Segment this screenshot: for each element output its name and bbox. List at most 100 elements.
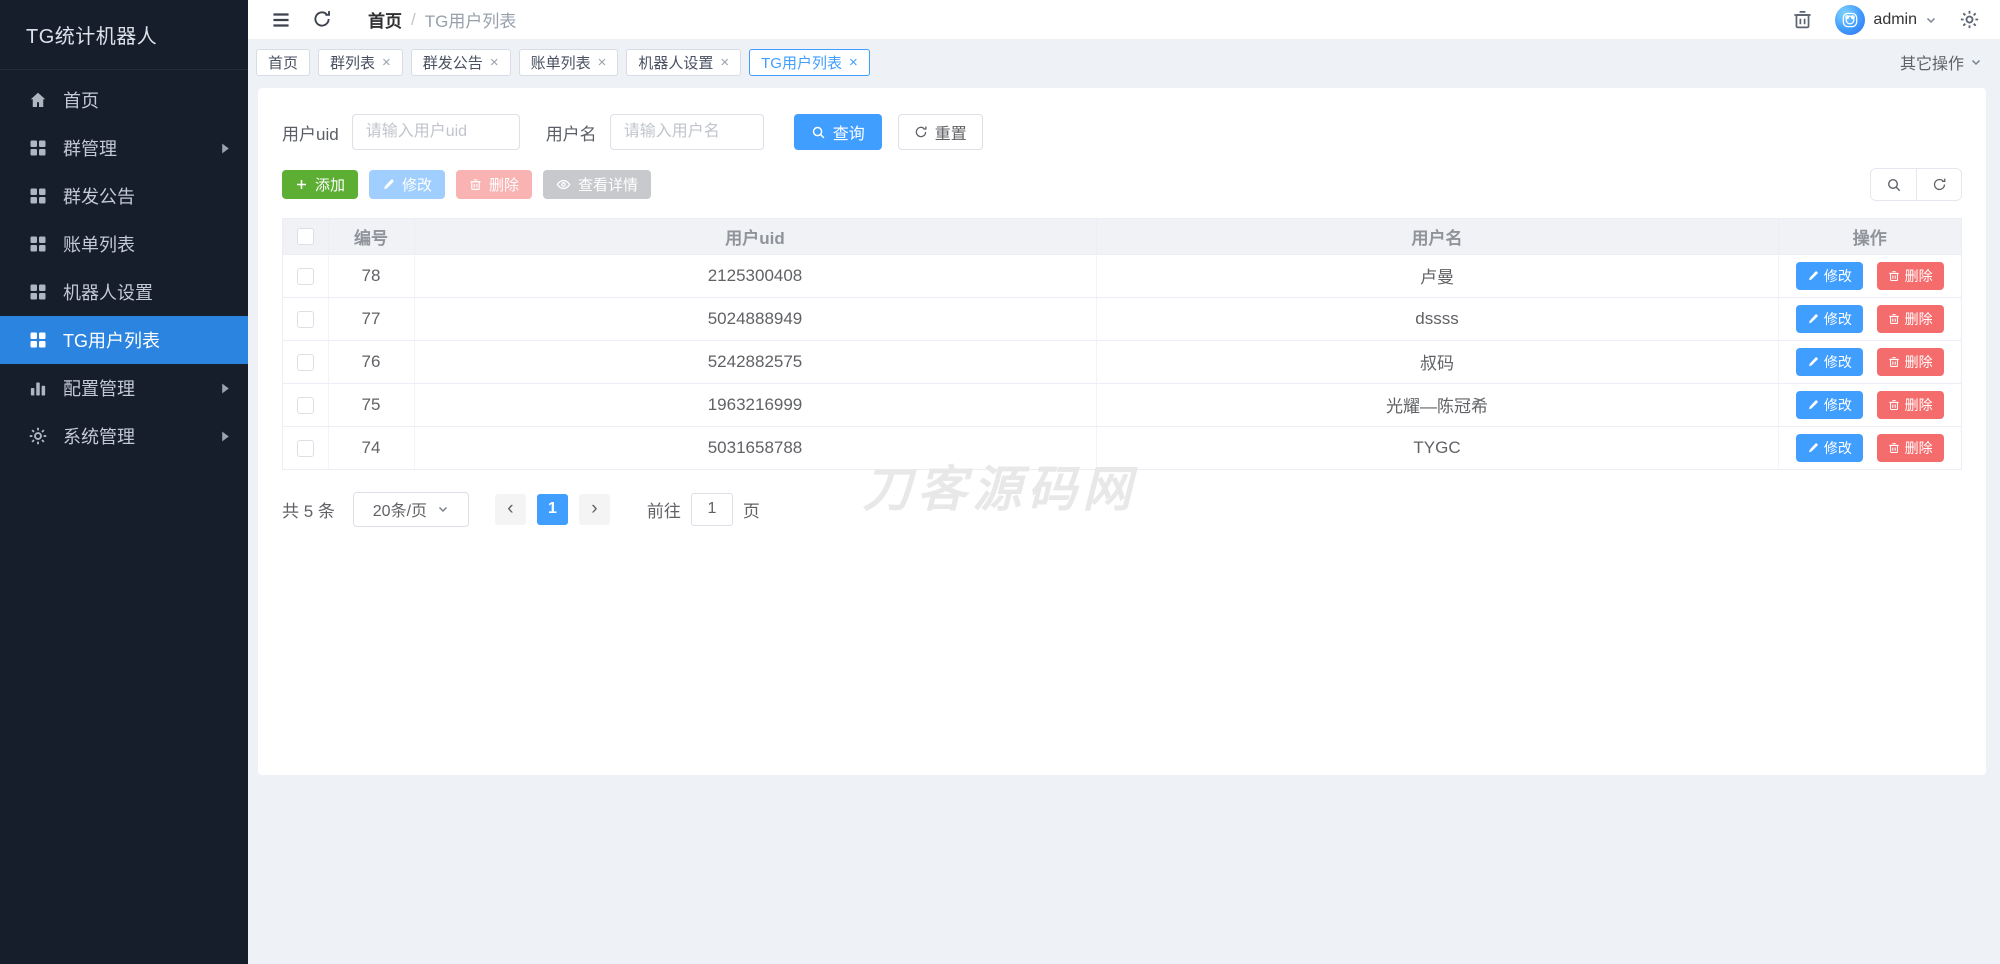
edit-button[interactable]: 修改 — [369, 170, 445, 199]
table-search-toggle-button[interactable] — [1871, 169, 1916, 200]
grid-icon — [28, 330, 48, 350]
gear-icon — [28, 426, 48, 446]
breadcrumb-current: TG用户列表 — [425, 7, 517, 32]
sidebar-item-label: 账单列表 — [63, 231, 135, 257]
select-all-checkbox[interactable] — [297, 228, 314, 245]
cell-checkbox — [283, 297, 328, 340]
close-icon[interactable]: × — [598, 55, 607, 70]
close-icon[interactable]: × — [849, 55, 858, 70]
sidebar-item-robot-settings[interactable]: 机器人设置 — [0, 268, 248, 316]
trash-icon — [1888, 313, 1900, 325]
tab-broadcast[interactable]: 群发公告 × — [411, 49, 511, 76]
tab-label: 群列表 — [330, 52, 375, 73]
view-detail-button[interactable]: 查看详情 — [543, 170, 651, 199]
navbar-right: admin — [1792, 5, 1980, 35]
row-checkbox[interactable] — [297, 354, 314, 371]
row-edit-button[interactable]: 修改 — [1796, 262, 1863, 290]
sidebar-item-home[interactable]: 首页 — [0, 76, 248, 124]
sidebar-item-broadcast[interactable]: 群发公告 — [0, 172, 248, 220]
query-button[interactable]: 查询 — [794, 114, 882, 150]
name-filter-input[interactable] — [610, 114, 764, 150]
name-filter-label: 用户名 — [546, 120, 597, 145]
table-row: 78 2125300408 卢曼 修改 删除 — [283, 254, 1961, 297]
next-page-button[interactable]: › — [579, 494, 610, 525]
tab-group-list[interactable]: 群列表 × — [318, 49, 403, 76]
trash-icon[interactable] — [1792, 9, 1813, 30]
refresh-icon — [914, 125, 928, 139]
breadcrumb-home[interactable]: 首页 — [368, 7, 402, 32]
goto-page-input[interactable] — [691, 493, 733, 526]
close-icon[interactable]: × — [382, 55, 391, 70]
reset-button[interactable]: 重置 — [898, 114, 983, 150]
plus-icon — [295, 178, 308, 191]
table-row: 76 5242882575 叔码 修改 删除 — [283, 340, 1961, 383]
tab-bills[interactable]: 账单列表 × — [519, 49, 619, 76]
hamburger-icon[interactable] — [270, 9, 292, 31]
row-edit-button[interactable]: 修改 — [1796, 391, 1863, 419]
pencil-icon — [1807, 313, 1819, 325]
grid-icon — [28, 282, 48, 302]
goto-label: 前往 — [647, 497, 681, 522]
user-menu[interactable]: admin — [1835, 5, 1937, 35]
close-icon[interactable]: × — [490, 55, 499, 70]
cell-username: dssss — [1096, 297, 1778, 340]
row-delete-button[interactable]: 删除 — [1877, 434, 1944, 462]
row-edit-button[interactable]: 修改 — [1796, 348, 1863, 376]
row-edit-label: 修改 — [1824, 352, 1852, 372]
delete-button-label: 删除 — [489, 174, 519, 195]
uid-filter-input[interactable] — [352, 114, 520, 150]
table-row: 77 5024888949 dssss 修改 删除 — [283, 297, 1961, 340]
refresh-icon — [1932, 177, 1947, 192]
gear-icon[interactable] — [1959, 9, 1980, 30]
row-checkbox[interactable] — [297, 397, 314, 414]
row-edit-label: 修改 — [1824, 309, 1852, 329]
cell-operations: 修改 删除 — [1778, 383, 1961, 426]
sidebar-item-bills[interactable]: 账单列表 — [0, 220, 248, 268]
cell-uid: 5024888949 — [414, 297, 1096, 340]
row-edit-button[interactable]: 修改 — [1796, 434, 1863, 462]
chevron-down-icon — [1925, 14, 1937, 26]
trash-icon — [469, 178, 482, 191]
sidebar-item-config[interactable]: 配置管理 — [0, 364, 248, 412]
main-area: 首页 / TG用户列表 admin 首页 群列表 × 群发公告 — [248, 0, 2000, 964]
cell-operations: 修改 删除 — [1778, 254, 1961, 297]
table-body: 78 2125300408 卢曼 修改 删除 77 50 — [283, 254, 1961, 469]
table-refresh-button[interactable] — [1916, 169, 1961, 200]
grid-icon — [28, 234, 48, 254]
row-checkbox[interactable] — [297, 268, 314, 285]
content-card: 用户uid 用户名 查询 重置 添加 修改 — [258, 88, 1986, 775]
page-number-1[interactable]: 1 — [537, 494, 568, 525]
row-checkbox[interactable] — [297, 440, 314, 457]
row-edit-button[interactable]: 修改 — [1796, 305, 1863, 333]
chevron-right-icon — [221, 143, 230, 154]
sidebar-item-group-manage[interactable]: 群管理 — [0, 124, 248, 172]
row-delete-button[interactable]: 删除 — [1877, 391, 1944, 419]
tabs-more-label: 其它操作 — [1900, 50, 1964, 74]
row-checkbox[interactable] — [297, 311, 314, 328]
row-delete-label: 删除 — [1905, 395, 1933, 415]
header-uid: 用户uid — [414, 219, 1096, 254]
pencil-icon — [1807, 356, 1819, 368]
tab-robot-settings[interactable]: 机器人设置 × — [626, 49, 741, 76]
add-button[interactable]: 添加 — [282, 170, 358, 199]
sidebar-item-tg-users[interactable]: TG用户列表 — [0, 316, 248, 364]
close-icon[interactable]: × — [720, 55, 729, 70]
prev-page-button[interactable]: ‹ — [495, 494, 526, 525]
row-delete-button[interactable]: 删除 — [1877, 262, 1944, 290]
cell-checkbox — [283, 254, 328, 297]
tab-home[interactable]: 首页 — [256, 49, 310, 76]
pencil-icon — [1807, 270, 1819, 282]
refresh-icon[interactable] — [312, 9, 334, 31]
tab-tg-users[interactable]: TG用户列表 × — [749, 49, 870, 76]
row-delete-button[interactable]: 删除 — [1877, 305, 1944, 333]
cell-checkbox — [283, 383, 328, 426]
tabs-more-dropdown[interactable]: 其它操作 — [1900, 50, 1982, 74]
sidebar-item-system[interactable]: 系统管理 — [0, 412, 248, 460]
sidebar-menu: 首页 群管理 群发公告 账单列表 机器人设置 TG用户列表 配置管理 — [0, 70, 248, 460]
cell-id: 77 — [328, 297, 414, 340]
delete-button[interactable]: 删除 — [456, 170, 532, 199]
filter-form: 用户uid 用户名 查询 重置 — [282, 114, 1962, 150]
page-size-select[interactable]: 20条/页 — [353, 492, 469, 527]
pagination: 共 5 条 20条/页 ‹ 1 › 前往 页 — [282, 492, 1962, 527]
row-delete-button[interactable]: 删除 — [1877, 348, 1944, 376]
